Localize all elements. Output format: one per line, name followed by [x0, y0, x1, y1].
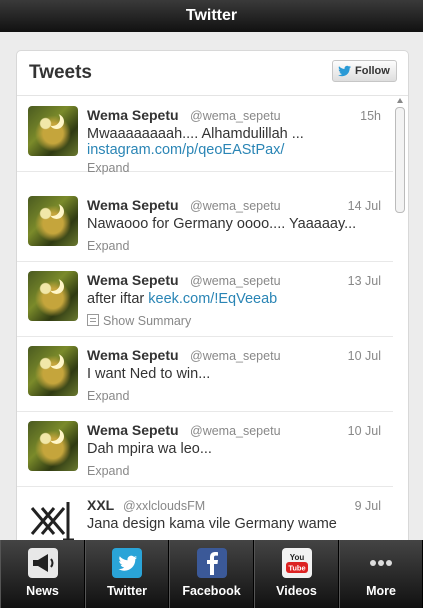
summary-card-icon	[87, 314, 99, 326]
tab-label: Twitter	[106, 584, 148, 598]
expand-link[interactable]: Expand	[87, 239, 129, 253]
follow-button[interactable]: Follow	[332, 60, 397, 82]
more-dots-icon	[370, 560, 392, 566]
tweet-link[interactable]: keek.com/!EqVeeab	[148, 291, 277, 307]
tweet-author-name[interactable]: Wema Sepetu	[87, 272, 179, 288]
tweet-timestamp[interactable]: 9 Jul	[355, 499, 381, 513]
tab-more[interactable]: More	[339, 540, 423, 608]
twitter-bird-icon	[112, 548, 142, 578]
tweet-timestamp[interactable]: 15h	[360, 109, 381, 123]
youtube-icon: You Tube	[281, 548, 312, 578]
tweet-author-handle[interactable]: @wema_sepetu	[190, 349, 281, 363]
tweet-timestamp[interactable]: 14 Jul	[348, 199, 381, 213]
tweet-author-name[interactable]: Wema Sepetu	[87, 422, 179, 438]
show-summary-label: Show Summary	[103, 314, 192, 328]
svg-text:Tube: Tube	[288, 564, 305, 573]
follow-label: Follow	[355, 65, 390, 77]
avatar[interactable]	[28, 106, 78, 156]
tweet-text: Nawaooo for Germany oooo.... Yaaaaay...	[87, 216, 357, 232]
facebook-icon	[196, 548, 227, 578]
tweet-text: Jana design kama vile Germany wame	[87, 516, 337, 532]
avatar[interactable]	[28, 496, 78, 546]
timeline-title: Tweets	[29, 62, 93, 83]
tab-label: News	[26, 584, 59, 598]
tweet-item[interactable]: Wema Sepetu @wema_sepetu 10 Jul Dah mpir…	[17, 411, 393, 487]
bottom-tab-bar: News Twitter Facebook You Tube Videos Mor…	[0, 540, 423, 608]
svg-text:You: You	[289, 553, 304, 562]
tweet-link[interactable]: instagram.com/p/qeoEAStPax/	[87, 142, 284, 158]
tab-label: More	[366, 584, 396, 598]
tab-news[interactable]: News	[0, 540, 85, 608]
tweet-list: Wema Sepetu @wema_sepetu 15h Mwaaaaaaaah…	[17, 96, 393, 571]
crescent-moon-icon	[45, 426, 60, 441]
crescent-moon-icon	[45, 276, 60, 291]
avatar[interactable]	[28, 271, 78, 321]
avatar[interactable]	[28, 421, 78, 471]
crescent-moon-icon	[45, 351, 60, 366]
tweet-item[interactable]: Wema Sepetu @wema_sepetu 15h Mwaaaaaaaah…	[17, 96, 393, 175]
tweet-timestamp[interactable]: 10 Jul	[348, 349, 381, 363]
tweet-item[interactable]: Wema Sepetu @wema_sepetu 14 Jul Nawaooo …	[17, 186, 393, 262]
tab-label: Facebook	[182, 584, 241, 598]
avatar[interactable]	[28, 346, 78, 396]
tweet-body: Mwaaaaaaaah.... Alhamdulillah ...	[87, 126, 304, 142]
expand-link[interactable]: Expand	[87, 389, 129, 403]
twitter-bird-icon	[338, 65, 351, 77]
tweet-author-handle[interactable]: @wema_sepetu	[190, 274, 281, 288]
crescent-moon-icon	[45, 201, 60, 216]
tweet-text: Mwaaaaaaaah.... Alhamdulillah ... instagr…	[87, 126, 304, 158]
avatar[interactable]	[28, 196, 78, 246]
crescent-moon-icon	[45, 111, 60, 126]
tweet-timestamp[interactable]: 10 Jul	[348, 424, 381, 438]
tweet-item[interactable]: Wema Sepetu @wema_sepetu 13 Jul after if…	[17, 261, 393, 337]
twitter-timeline-widget: Tweets Follow Wema Sepetu @wema_sepetu 1…	[16, 50, 409, 572]
tab-twitter[interactable]: Twitter	[85, 540, 169, 608]
timeline-header: Tweets Follow	[17, 51, 408, 96]
expand-link[interactable]: Expand	[87, 464, 129, 478]
xxl-logo-icon	[30, 502, 74, 542]
app-title: Twitter	[0, 0, 423, 32]
tweet-timestamp[interactable]: 13 Jul	[348, 274, 381, 288]
megaphone-icon	[27, 548, 58, 578]
show-summary-link[interactable]: Show Summary	[87, 314, 191, 328]
scroll-up-arrow-icon[interactable]	[397, 98, 403, 103]
tweet-author-name[interactable]: Wema Sepetu	[87, 197, 179, 213]
tweet-author-handle[interactable]: @wema_sepetu	[190, 424, 281, 438]
tweet-author-name[interactable]: XXL	[87, 497, 114, 513]
tweet-author-name[interactable]: Wema Sepetu	[87, 107, 179, 123]
tweet-text: after iftar keek.com/!EqVeeab	[87, 291, 277, 307]
tab-facebook[interactable]: Facebook	[169, 540, 254, 608]
tweet-author-handle[interactable]: @wema_sepetu	[190, 199, 281, 213]
expand-link[interactable]: Expand	[87, 161, 129, 175]
tweet-text: Dah mpira wa leo...	[87, 441, 212, 457]
tweet-author-handle[interactable]: @wema_sepetu	[190, 109, 281, 123]
tweet-body: after iftar	[87, 291, 149, 307]
tab-videos[interactable]: You Tube Videos	[254, 540, 339, 608]
tweet-author-name[interactable]: Wema Sepetu	[87, 347, 179, 363]
tweet-text: I want Ned to win...	[87, 366, 211, 382]
tweet-author-handle[interactable]: @xxlcloudsFM	[123, 499, 205, 513]
scrollbar-thumb[interactable]	[395, 107, 405, 213]
tab-label: Videos	[276, 584, 317, 598]
tweet-item[interactable]: Wema Sepetu @wema_sepetu 10 Jul I want N…	[17, 336, 393, 412]
